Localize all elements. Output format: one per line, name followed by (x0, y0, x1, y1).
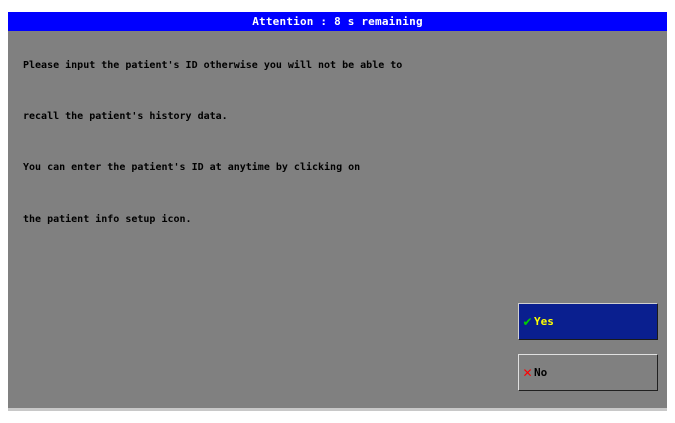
no-button[interactable]: ✕ No (518, 354, 658, 391)
message-line-2: recall the patient's history data. (23, 111, 228, 122)
x-icon: ✕ (522, 365, 533, 380)
check-icon: ✔ (522, 314, 533, 329)
screen: Attention : 8 s remaining Please input t… (0, 0, 675, 423)
no-button-label: No (534, 366, 548, 379)
dialog-title: Attention : 8 s remaining (8, 12, 667, 31)
bottom-divider (8, 408, 667, 411)
message-line-4: the patient info setup icon. (23, 214, 192, 225)
message-line-3: You can enter the patient's ID at anytim… (23, 162, 361, 173)
yes-button[interactable]: ✔ Yes (518, 303, 658, 340)
yes-button-label: Yes (534, 315, 554, 328)
attention-dialog: Attention : 8 s remaining Please input t… (8, 12, 667, 411)
message-line-1: Please input the patient's ID otherwise … (23, 60, 403, 71)
